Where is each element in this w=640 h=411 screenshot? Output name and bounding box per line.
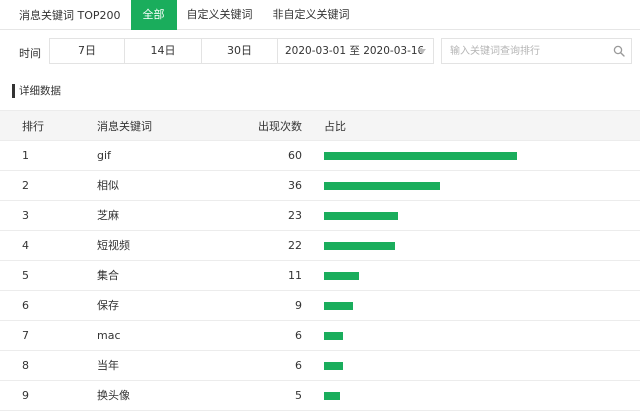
row-rank: 1 — [22, 149, 29, 162]
ratio-bar — [324, 242, 395, 250]
date-range-picker[interactable]: 2020-03-01 至 2020-03-16 — [277, 38, 434, 64]
row-keyword: 集合 — [97, 269, 119, 282]
tab-all[interactable]: 全部 — [130, 0, 177, 30]
ratio-bar — [324, 392, 340, 400]
row-count: 60 — [288, 149, 302, 162]
table-row: 5 集合 11 — [0, 261, 640, 291]
row-keyword: 当年 — [97, 359, 119, 372]
time-filter: 时间 7日 14日 30日 2020-03-01 至 2020-03-16 — [0, 38, 640, 66]
row-rank: 4 — [22, 239, 29, 252]
row-count: 23 — [288, 209, 302, 222]
ratio-bar — [324, 362, 343, 370]
tab-custom-keywords[interactable]: 自定义关键词 — [177, 0, 263, 30]
table-row: 4 短视频 22 — [0, 231, 640, 261]
search-input[interactable] — [442, 39, 602, 63]
row-keyword: 相似 — [97, 179, 119, 192]
row-count: 36 — [288, 179, 302, 192]
table-row: 3 芝麻 23 — [0, 201, 640, 231]
row-rank: 6 — [22, 299, 29, 312]
row-keyword: 芝麻 — [97, 209, 119, 222]
row-keyword: 换头像 — [97, 389, 130, 402]
row-rank: 3 — [22, 209, 29, 222]
ratio-bar — [324, 302, 353, 310]
row-rank: 5 — [22, 269, 29, 282]
row-keyword: 保存 — [97, 299, 119, 312]
row-keyword: mac — [97, 329, 121, 342]
header-rank: 排行 — [22, 120, 44, 133]
row-count: 6 — [295, 329, 302, 342]
table-header: 排行 消息关键词 出现次数 占比 — [0, 110, 640, 141]
header-ratio: 占比 — [324, 120, 346, 133]
search-icon[interactable] — [613, 45, 625, 57]
keyword-table: 排行 消息关键词 出现次数 占比 1 gif 60 2 相似 36 3 芝麻 23 4 短视频 22 5… — [0, 110, 640, 411]
ratio-bar — [324, 152, 517, 160]
row-rank: 7 — [22, 329, 29, 342]
table-row: 6 保存 9 — [0, 291, 640, 321]
header-keyword: 消息关键词 — [97, 120, 152, 133]
row-count: 22 — [288, 239, 302, 252]
ratio-bar — [324, 332, 343, 340]
range-30-days-button[interactable]: 30日 — [201, 38, 278, 64]
ratio-bar — [324, 272, 359, 280]
table-row: 8 当年 6 — [0, 351, 640, 381]
section-title: 详细数据 — [12, 84, 61, 98]
range-7-days-button[interactable]: 7日 — [49, 38, 125, 64]
row-count: 11 — [288, 269, 302, 282]
ratio-bar — [324, 212, 398, 220]
table-row: 9 换头像 5 — [0, 381, 640, 411]
ratio-bar — [324, 182, 440, 190]
table-row: 7 mac 6 — [0, 321, 640, 351]
row-rank: 9 — [22, 389, 29, 402]
row-count: 9 — [295, 299, 302, 312]
chevron-down-icon — [418, 49, 426, 54]
table-row: 1 gif 60 — [0, 141, 640, 171]
tab-bar: 消息关键词 TOP200 全部 自定义关键词 非自定义关键词 — [0, 0, 640, 30]
row-keyword: 短视频 — [97, 239, 130, 252]
row-count: 5 — [295, 389, 302, 402]
row-rank: 2 — [22, 179, 29, 192]
tab-bar-title: 消息关键词 TOP200 — [19, 8, 121, 22]
keyword-search — [441, 38, 632, 64]
row-keyword: gif — [97, 149, 111, 162]
table-row: 2 相似 36 — [0, 171, 640, 201]
date-range-value: 2020-03-01 至 2020-03-16 — [285, 45, 425, 57]
row-rank: 8 — [22, 359, 29, 372]
tab-non-custom-keywords[interactable]: 非自定义关键词 — [263, 0, 360, 30]
header-count: 出现次数 — [258, 120, 302, 133]
range-14-days-button[interactable]: 14日 — [124, 38, 202, 64]
row-count: 6 — [295, 359, 302, 372]
time-label: 时间 — [19, 47, 41, 60]
table-body: 1 gif 60 2 相似 36 3 芝麻 23 4 短视频 22 5 集合 11 6 保存 9 7 mac 6 8 当年 6… — [0, 141, 640, 411]
